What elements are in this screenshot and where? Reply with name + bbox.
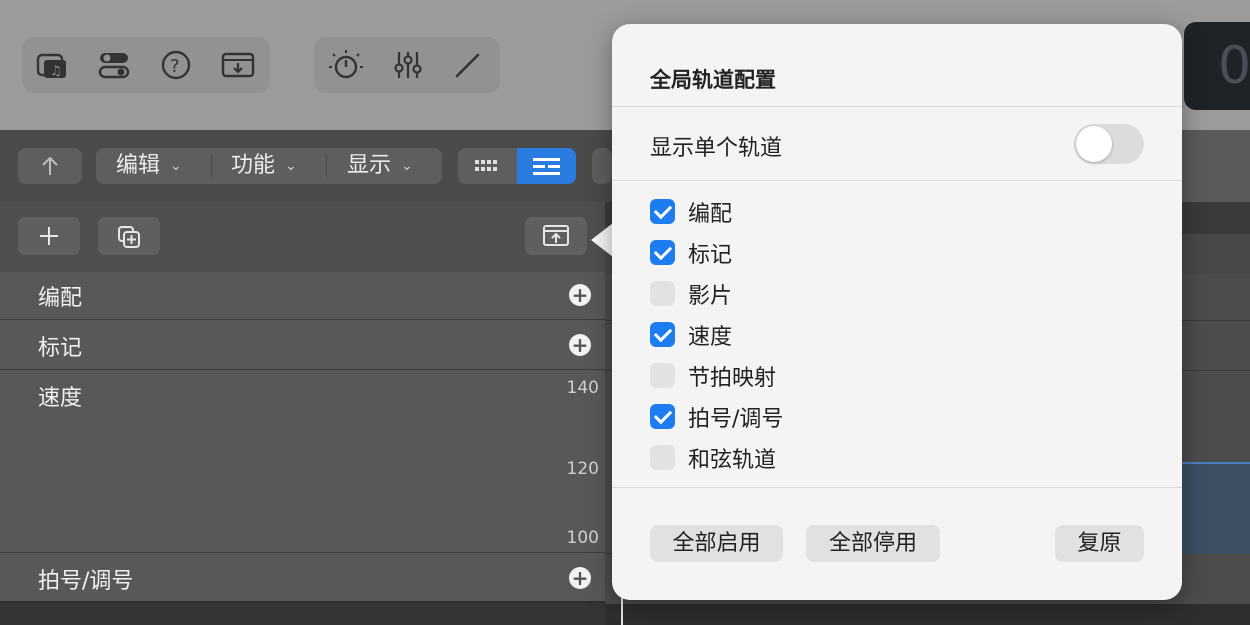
popover-title: 全局轨道配置 [650,64,776,94]
control-bar-icon[interactable] [96,47,132,83]
add-plus-icon[interactable]: + [569,567,591,589]
menu-divider [211,154,212,178]
checkbox-label: 拍号/调号 [688,401,783,433]
popover-arrow [591,223,613,257]
track-row-marker[interactable]: 标记 + [0,320,605,370]
track-row-arrangement[interactable]: 编配 + [0,272,605,320]
tuner-icon[interactable] [328,47,364,83]
menu-divider [326,154,327,178]
tempo-tick-label: 140 [567,378,599,398]
toolbar-group-tools [314,37,500,93]
track-name: 编配 [38,280,82,312]
track-row-signature[interactable]: 拍号/调号 + [0,553,605,603]
add-plus-icon[interactable]: + [569,284,591,306]
checkbox-unchecked[interactable] [650,445,675,470]
chevron-down-icon: ⌄ [401,148,413,184]
checkbox-checked[interactable] [650,404,675,429]
grid-view-button[interactable] [458,148,517,184]
checkbox-label: 编配 [688,196,732,228]
chevron-down-icon: ⌄ [285,148,297,184]
checkbox-label: 速度 [688,319,732,351]
menu-edit[interactable]: 编辑 ⌄ [116,148,182,184]
mixer-icon[interactable] [390,47,426,83]
checkbox-label: 影片 [688,278,732,310]
checkbox-label: 和弦轨道 [688,442,776,474]
duplicate-track-button[interactable] [98,217,160,255]
global-tracks-popover: 全局轨道配置 显示单个轨道 编配 标记 影片 速度 节拍映射 拍号/调号 和弦轨… [612,24,1182,600]
toolbar-group-view: ♫ ? [22,37,270,93]
menu-functions[interactable]: 功能 ⌄ [231,148,297,184]
lcd-digit: 0 [1218,36,1250,96]
grid-icon [458,148,517,184]
playhead[interactable] [621,598,623,625]
checkbox-checked[interactable] [650,240,675,265]
library-icon[interactable]: ♫ [34,47,70,83]
toggle-knob [1076,126,1112,162]
track-header-bar [0,202,610,272]
lcd-display[interactable]: 0 [1184,22,1250,110]
global-tracks-icon [542,224,570,248]
back-arrow-icon [18,148,82,184]
tempo-region[interactable] [1180,462,1250,554]
svg-text:♫: ♫ [50,64,62,79]
popover-divider [612,106,1182,107]
menu-functions-label: 功能 [231,153,275,178]
track-name: 标记 [38,330,82,362]
checkbox-unchecked[interactable] [650,281,675,306]
track-row-tempo[interactable]: 速度 140 120 100 [0,370,605,553]
snap-button-partial[interactable] [592,148,612,184]
checkbox-checked[interactable] [650,199,675,224]
track-name: 速度 [38,380,82,412]
track-name: 拍号/调号 [38,563,133,595]
svg-text:?: ? [170,56,180,77]
track-list-footer [0,603,605,625]
add-plus-icon[interactable]: + [569,334,591,356]
help-icon[interactable]: ? [158,47,194,83]
plus-icon [37,224,61,248]
global-tracks-button[interactable] [525,217,587,255]
pencil-icon[interactable] [450,47,486,83]
back-button[interactable] [18,148,82,184]
popover-divider [612,487,1182,488]
enable-all-button[interactable]: 全部启用 [650,525,783,562]
checkbox-checked[interactable] [650,322,675,347]
tempo-tick-label: 100 [567,528,599,548]
add-track-button[interactable] [18,217,80,255]
chevron-down-icon: ⌄ [170,148,182,184]
show-individual-tracks-toggle[interactable] [1074,124,1144,164]
timeline-grid [605,604,1250,625]
tempo-tick-label: 120 [567,459,599,479]
popover-divider [612,180,1182,181]
view-toggle-group [458,148,576,184]
menu-edit-label: 编辑 [116,153,160,178]
menu-group: 编辑 ⌄ 功能 ⌄ 显示 ⌄ [96,148,442,184]
menu-view-label: 显示 [347,153,391,178]
checkbox-unchecked[interactable] [650,363,675,388]
disable-all-button[interactable]: 全部停用 [806,525,940,562]
list-view-button[interactable] [517,148,576,184]
duplicate-icon [116,224,142,250]
checkbox-label: 标记 [688,237,732,269]
list-icon [517,148,576,184]
global-track-list: 编配 + 标记 + 速度 140 120 100 拍号/调号 + [0,272,605,625]
checkbox-label: 节拍映射 [688,360,776,392]
download-icon[interactable] [220,47,256,83]
menu-view[interactable]: 显示 ⌄ [347,148,413,184]
revert-button[interactable]: 复原 [1055,525,1144,562]
show-individual-tracks-label: 显示单个轨道 [650,130,782,162]
